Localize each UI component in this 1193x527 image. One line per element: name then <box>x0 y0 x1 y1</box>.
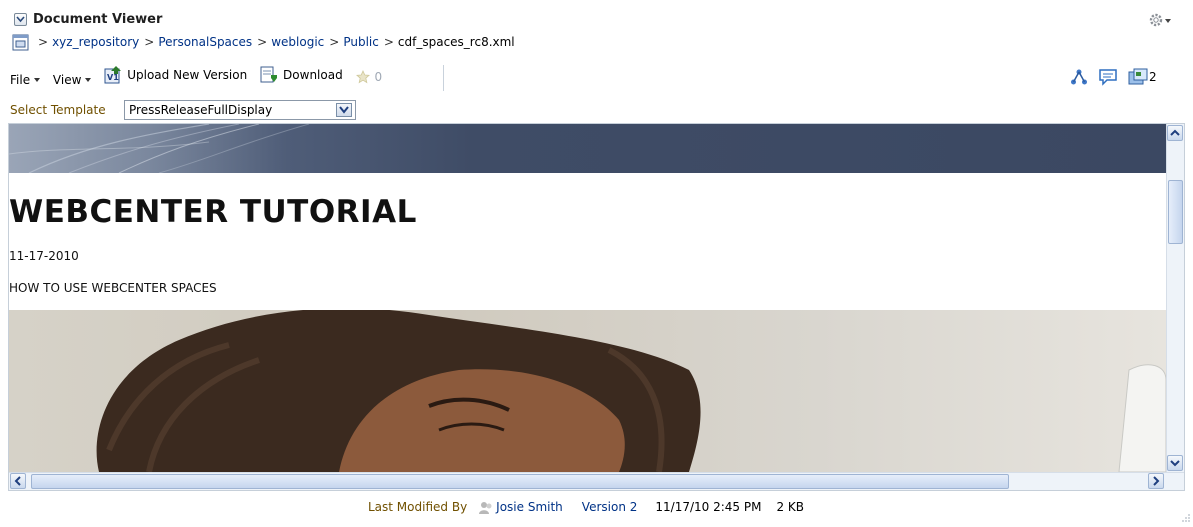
template-select-value: PressReleaseFullDisplay <box>129 103 273 117</box>
collapse-chevron-icon[interactable] <box>14 13 27 26</box>
folder-tree-icon[interactable] <box>12 34 29 51</box>
panel-title: Document Viewer <box>33 12 163 27</box>
breadcrumb-separator: > <box>38 35 49 49</box>
header-banner-image <box>9 124 1166 173</box>
svg-text:V1: V1 <box>107 73 119 82</box>
scroll-up-button[interactable] <box>1167 125 1183 141</box>
recent-activity-icon[interactable]: 2 <box>1128 68 1157 86</box>
upload-new-version-label: Upload New Version <box>127 68 248 82</box>
document-subtitle: HOW TO USE WEBCENTER SPACES <box>9 281 217 295</box>
breadcrumb-separator: > <box>383 35 394 49</box>
vertical-scrollbar[interactable] <box>1166 124 1184 472</box>
modified-date: 11/17/10 2:45 PM <box>655 500 762 514</box>
breadcrumb-item-public[interactable]: Public <box>343 35 379 49</box>
document-content: WEBCENTER TUTORIAL 11-17-2010 HOW TO USE… <box>9 124 1166 472</box>
document-title: WEBCENTER TUTORIAL <box>9 194 417 230</box>
dropdown-caret-icon <box>85 78 92 82</box>
breadcrumb-current-file: cdf_spaces_rc8.xml <box>397 35 515 49</box>
version-link[interactable]: Version 2 <box>582 500 638 514</box>
download-icon <box>260 66 278 83</box>
download-label: Download <box>283 68 343 82</box>
upload-new-version-button[interactable]: V1 Upload New Version <box>104 66 247 84</box>
upload-version-icon: V1 <box>104 66 122 84</box>
vertical-scroll-thumb[interactable] <box>1168 180 1183 244</box>
resize-grip-icon[interactable] <box>1181 512 1191 522</box>
toolbar-right-icons: 2 <box>1070 67 1157 87</box>
document-preview-frame: WEBCENTER TUTORIAL 11-17-2010 HOW TO USE… <box>8 123 1185 491</box>
favorite-star-button[interactable]: 0 <box>355 70 383 84</box>
document-footer: Last Modified By Josie Smith Version 2 1… <box>368 500 804 514</box>
breadcrumb-separator: > <box>144 35 155 49</box>
breadcrumb-item-repository[interactable]: xyz_repository <box>52 35 139 49</box>
file-size: 2 KB <box>776 500 804 514</box>
horizontal-scroll-thumb[interactable] <box>31 474 1009 489</box>
horizontal-scrollbar[interactable] <box>9 472 1184 490</box>
modified-by-user-link[interactable]: Josie Smith <box>479 500 563 514</box>
links-icon[interactable] <box>1070 68 1088 86</box>
gear-menu-icon[interactable] <box>1148 11 1174 29</box>
star-icon <box>355 70 370 84</box>
view-menu[interactable]: View <box>52 73 92 87</box>
breadcrumb: > xyz_repository > PersonalSpaces > weblogic >… <box>12 34 515 54</box>
file-menu[interactable]: File <box>10 73 41 87</box>
dropdown-caret-icon <box>34 78 41 82</box>
scroll-left-button[interactable] <box>10 473 26 489</box>
breadcrumb-separator: > <box>329 35 340 49</box>
panel-header: Document Viewer <box>0 10 1193 32</box>
toolbar-divider <box>443 65 444 91</box>
user-icon <box>479 501 492 514</box>
download-button[interactable]: Download <box>260 66 343 84</box>
article-photo <box>9 310 1166 472</box>
select-template-label: Select Template <box>10 103 106 117</box>
star-count: 0 <box>374 70 383 84</box>
last-modified-label: Last Modified By <box>368 500 468 514</box>
scroll-right-button[interactable] <box>1148 473 1164 489</box>
template-select[interactable]: PressReleaseFullDisplay <box>124 100 356 120</box>
breadcrumb-separator: > <box>257 35 268 49</box>
scroll-down-button[interactable] <box>1167 455 1183 471</box>
modified-by-user-name: Josie Smith <box>496 500 563 514</box>
chevron-down-icon[interactable] <box>336 103 352 117</box>
activity-count: 2 <box>1149 70 1157 84</box>
breadcrumb-item-weblogic[interactable]: weblogic <box>271 35 324 49</box>
comments-icon[interactable] <box>1098 68 1118 86</box>
breadcrumb-item-personalspaces[interactable]: PersonalSpaces <box>158 35 252 49</box>
document-toolbar: File View V1 Upload New Version Download… <box>10 65 444 91</box>
file-menu-label: File <box>10 73 31 87</box>
view-menu-label: View <box>52 73 82 87</box>
document-date: 11-17-2010 <box>9 249 79 263</box>
